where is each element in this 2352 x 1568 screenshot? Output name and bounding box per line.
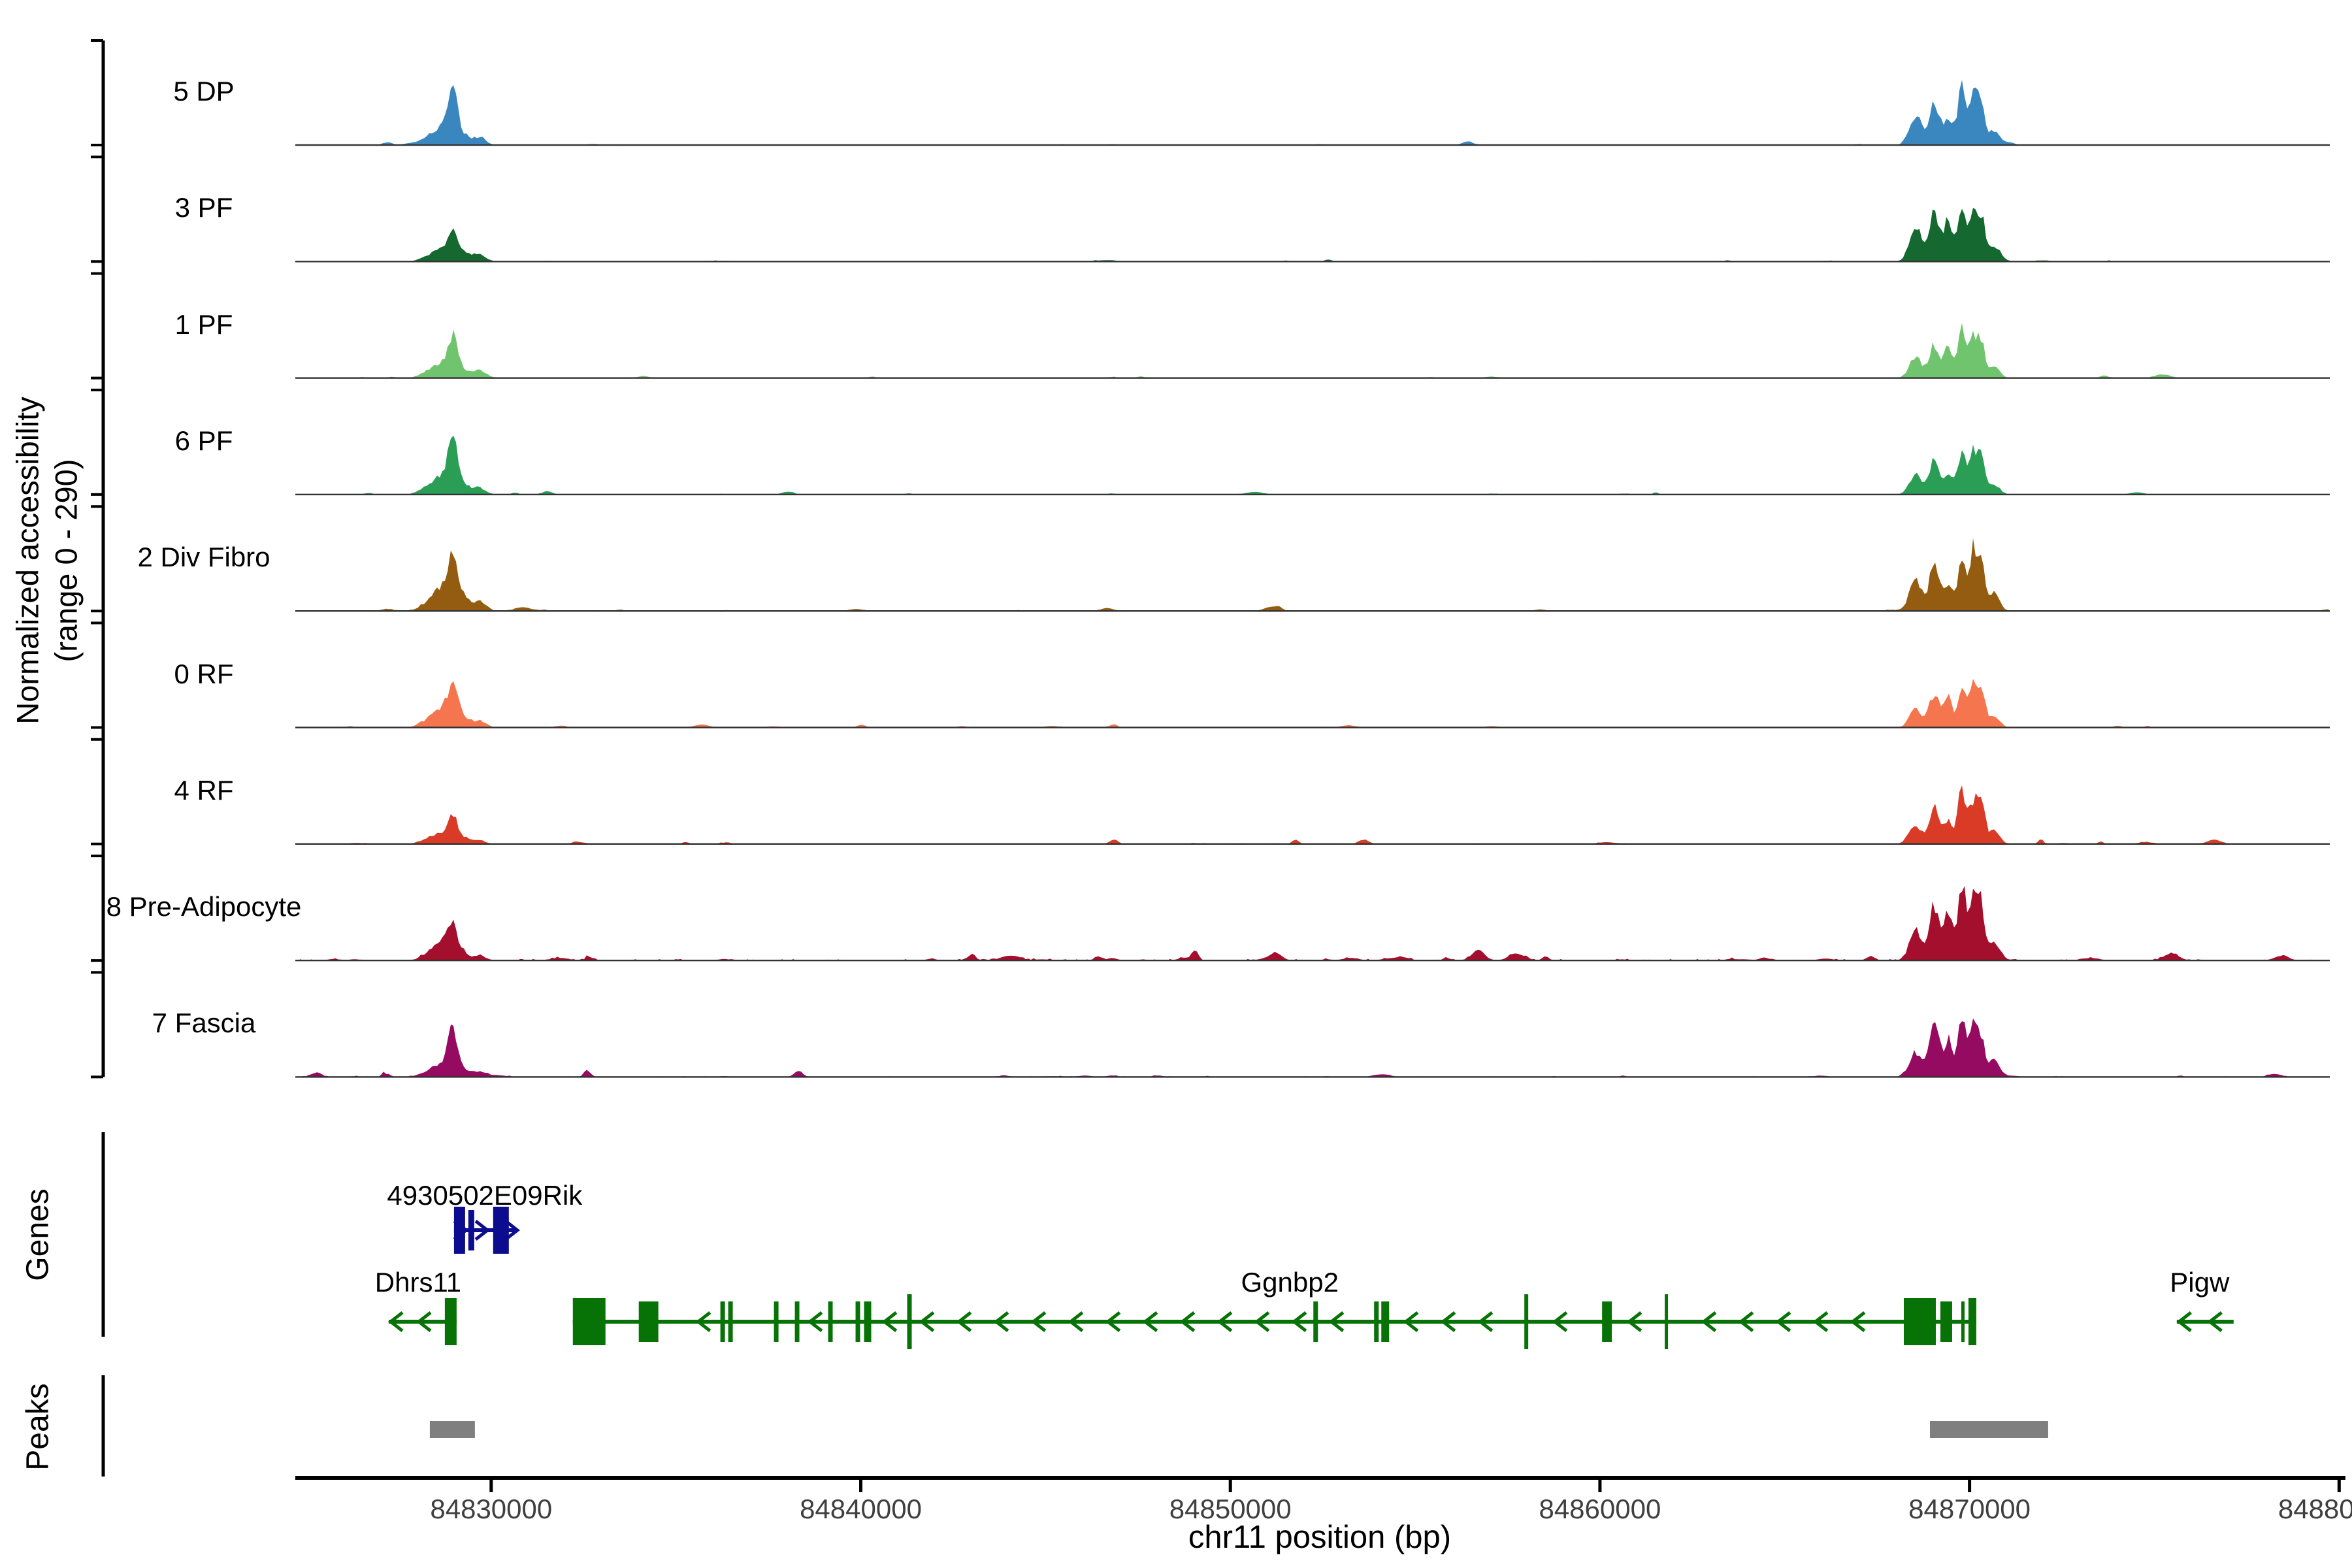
gene-exon-ggnbp2-2 bbox=[639, 1301, 659, 1342]
gene-exon-ggnbp2-16 bbox=[1665, 1294, 1668, 1349]
coverage-track-area-7-fascia bbox=[295, 1019, 2330, 1077]
gene-exon-ggnbp2-14 bbox=[1524, 1294, 1528, 1349]
x-axis-tick-label-84880000: 84880000 bbox=[2278, 1494, 2352, 1525]
coverage-plot-canvas bbox=[0, 0, 2352, 1568]
coverage-track-area-5-dp bbox=[295, 80, 2330, 145]
gene-exon-4930502e09rik-3 bbox=[493, 1207, 509, 1254]
y-axis-label-line1: Normalized accessibility bbox=[8, 397, 47, 725]
coverage-track-area-6-pf bbox=[295, 436, 2330, 495]
peak-region-1 bbox=[430, 1421, 475, 1438]
gene-exon-dhrs11-1 bbox=[445, 1298, 457, 1345]
x-axis-tick-label-84870000: 84870000 bbox=[1908, 1494, 2031, 1525]
coverage-track-baseline-0-rf bbox=[295, 727, 2330, 728]
gene-exon-ggnbp2-9 bbox=[864, 1301, 872, 1342]
gene-exon-ggnbp2-3 bbox=[721, 1301, 725, 1342]
y-axis-label: Normalized accessibility (range 0 - 290) bbox=[8, 397, 86, 725]
gene-exon-ggnbp2-1 bbox=[573, 1298, 606, 1345]
coverage-track-baseline-7-fascia bbox=[295, 1076, 2330, 1077]
coverage-track-baseline-8-pre-adipocyte bbox=[295, 960, 2330, 961]
coverage-track-baseline-4-rf bbox=[295, 843, 2330, 845]
coverage-track-area-0-rf bbox=[295, 679, 2330, 728]
gene-label-ggnbp2: Ggnbp2 bbox=[1241, 1267, 1338, 1298]
x-axis-tick-label-84830000: 84830000 bbox=[430, 1494, 552, 1525]
peaks-section-label: Peaks bbox=[20, 1383, 56, 1470]
gene-label-4930502e09rik: 4930502E09Rik bbox=[387, 1180, 582, 1211]
coverage-track-area-1-pf bbox=[295, 323, 2330, 378]
x-axis-tick-label-84860000: 84860000 bbox=[1539, 1494, 1661, 1525]
gene-exon-ggnbp2-10 bbox=[907, 1294, 912, 1349]
track-label-0-rf: 0 RF bbox=[174, 659, 233, 690]
y-axis-label-line2: (range 0 - 290) bbox=[47, 397, 86, 725]
gene-exon-ggnbp2-5 bbox=[774, 1301, 779, 1342]
gene-exon-ggnbp2-8 bbox=[856, 1301, 860, 1342]
gene-exon-ggnbp2-11 bbox=[1313, 1301, 1318, 1342]
track-label-1-pf: 1 PF bbox=[175, 309, 233, 340]
track-label-8-pre-adipocyte: 8 Pre-Adipocyte bbox=[106, 891, 302, 923]
track-label-3-pf: 3 PF bbox=[175, 192, 233, 223]
track-label-2-div-fibro: 2 Div Fibro bbox=[137, 542, 270, 573]
coverage-track-baseline-3-pf bbox=[295, 261, 2330, 262]
x-axis-tick-label-84850000: 84850000 bbox=[1169, 1494, 1292, 1525]
peak-region-2 bbox=[1930, 1421, 2048, 1438]
gene-exon-ggnbp2-17 bbox=[1904, 1298, 1936, 1345]
gene-exon-ggnbp2-20 bbox=[1968, 1298, 1976, 1345]
gene-exon-ggnbp2-4 bbox=[728, 1301, 733, 1342]
track-label-7-fascia: 7 Fascia bbox=[152, 1007, 256, 1039]
track-label-6-pf: 6 PF bbox=[175, 425, 233, 457]
coverage-track-baseline-6-pf bbox=[295, 494, 2330, 495]
coverage-track-area-8-pre-adipocyte bbox=[295, 886, 2330, 960]
coverage-plot-figure: Normalized accessibility (range 0 - 290)… bbox=[0, 0, 2352, 1568]
coverage-track-area-4-rf bbox=[295, 785, 2330, 844]
gene-exon-ggnbp2-18 bbox=[1940, 1301, 1952, 1342]
coverage-track-area-3-pf bbox=[295, 208, 2330, 261]
coverage-track-baseline-1-pf bbox=[295, 377, 2330, 378]
gene-exon-ggnbp2-15 bbox=[1602, 1301, 1612, 1342]
x-axis-tick-label-84840000: 84840000 bbox=[800, 1494, 922, 1525]
gene-exon-4930502e09rik-2 bbox=[468, 1210, 474, 1250]
coverage-track-baseline-5-dp bbox=[295, 144, 2330, 146]
gene-exon-ggnbp2-6 bbox=[795, 1301, 800, 1342]
coverage-track-area-2-div-fibro bbox=[295, 538, 2330, 612]
gene-exon-ggnbp2-7 bbox=[828, 1301, 833, 1342]
track-label-4-rf: 4 RF bbox=[174, 775, 233, 806]
gene-label-pigw: Pigw bbox=[2170, 1267, 2229, 1298]
genes-section-label: Genes bbox=[20, 1188, 56, 1281]
coverage-track-baseline-2-div-fibro bbox=[295, 610, 2330, 612]
track-label-5-dp: 5 DP bbox=[173, 76, 234, 107]
gene-exon-ggnbp2-12 bbox=[1374, 1301, 1379, 1342]
gene-label-dhrs11: Dhrs11 bbox=[375, 1267, 461, 1298]
gene-exon-ggnbp2-13 bbox=[1381, 1301, 1389, 1342]
gene-exon-ggnbp2-19 bbox=[1961, 1301, 1965, 1342]
